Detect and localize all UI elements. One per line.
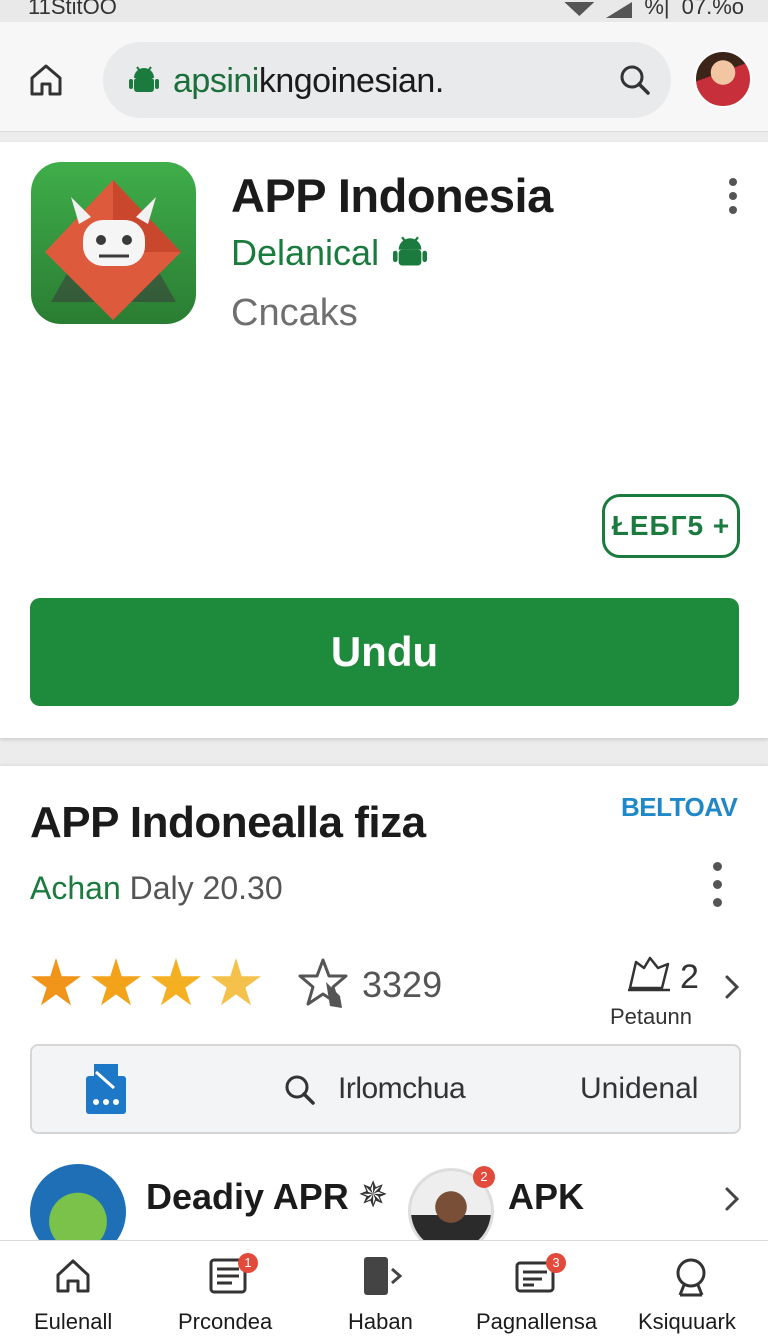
nav-label: Ksiquuark [638,1309,736,1334]
reviews-summary[interactable]: 2 Petaunn [610,956,699,1029]
nav-badge: 3 [546,1253,566,1273]
star-icon [211,958,261,1006]
android-icon [129,66,159,92]
nav-item-search[interactable]: Ksiquuark [638,1241,744,1344]
status-bar: 11StitOO %| 07.%o [0,0,768,22]
home-icon [30,64,62,96]
more-options-button[interactable] [724,178,742,214]
bottom-navigation: Eulenall 1 Prcondea Haban 3 Pagnallensa [0,1240,768,1344]
rating-stars [30,958,262,1010]
wifi-icon [564,2,595,16]
url-text: apsinikngoinesian. [173,62,444,100]
reviews-count: 2 [680,958,699,996]
nav-label: Haban [348,1309,413,1334]
sparkle-icon: ✵ [358,1174,389,1215]
star-icon [151,958,201,1006]
related-apps-row: Deadiy APR ✵ 2 APK [0,1164,768,1260]
home-button[interactable] [26,60,66,100]
app-title: APP Indonesia [231,169,553,222]
home-icon [56,1259,90,1293]
search-info-bar[interactable]: Irlomchua Unidenal [30,1044,741,1134]
search-icon[interactable] [617,62,653,98]
profile-avatar[interactable] [694,50,752,108]
app-header-card: APP Indonesia Delanical Cncaks ŁEБГ5 + U… [0,142,768,738]
search-icon [285,1075,315,1105]
app-icon [31,162,196,324]
address-bar[interactable]: apsinikngoinesian. [103,42,671,118]
app-logo-icon [45,180,181,320]
section-title: APP Indonealla fiza [30,798,426,847]
age-rating-badge: ŁEБГ5 + [602,494,740,558]
section-more-button[interactable] [708,862,726,910]
nav-item-slides[interactable]: 3 Pagnallensa [474,1241,600,1344]
app-info-icon [86,1064,126,1114]
star-icon [31,958,81,1006]
nav-label: Eulenall [34,1309,113,1334]
nav-badge: 1 [238,1253,258,1273]
developer-link[interactable]: Delanical [231,232,428,274]
reviews-label: Petaunn [610,1004,692,1029]
signal-icon [606,2,633,18]
nav-item-home[interactable]: Eulenall [30,1241,116,1344]
rate-star-icon[interactable] [296,956,350,1010]
section-meta: Achan Daly 20.30 [30,870,283,907]
developer-name[interactable]: Delanical [231,232,379,274]
battery-text: 07.%o [681,0,744,19]
install-button[interactable]: Undu [30,598,739,706]
review-icon [628,956,670,992]
signal-text: %| [644,0,670,19]
status-time: 11StitOO [28,0,117,19]
related-app-label[interactable]: APK [508,1176,584,1218]
app-category: Cncaks [231,292,358,334]
rating-count: 3329 [362,964,443,1005]
search-filter[interactable]: Unidenal [580,1072,698,1106]
notification-badge: 2 [473,1166,495,1188]
nav-label: Pagnallensa [476,1309,598,1334]
nav-label: Prcondea [178,1309,273,1334]
section-date: Daly 20.30 [129,870,283,906]
browser-toolbar: apsinikngoinesian. [0,22,768,132]
nav-item-device[interactable]: Haban [344,1241,420,1344]
chevron-right-icon[interactable] [724,1186,740,1212]
related-app-name[interactable]: Deadiy APR [146,1176,349,1218]
star-icon [91,958,141,1006]
app-details-card: APP Indonealla fiza BELTOAV Achan Daly 2… [0,766,768,1260]
chevron-right-icon[interactable] [724,974,740,1000]
android-icon [393,236,428,266]
nav-item-list[interactable]: 1 Prcondea [176,1241,280,1344]
search-query: Irlomchua [338,1072,466,1105]
device-arrow-icon [364,1257,403,1295]
search-icon [676,1258,706,1297]
section-tag[interactable]: BELTOAV [621,792,738,823]
author-name[interactable]: Achan [30,870,121,906]
